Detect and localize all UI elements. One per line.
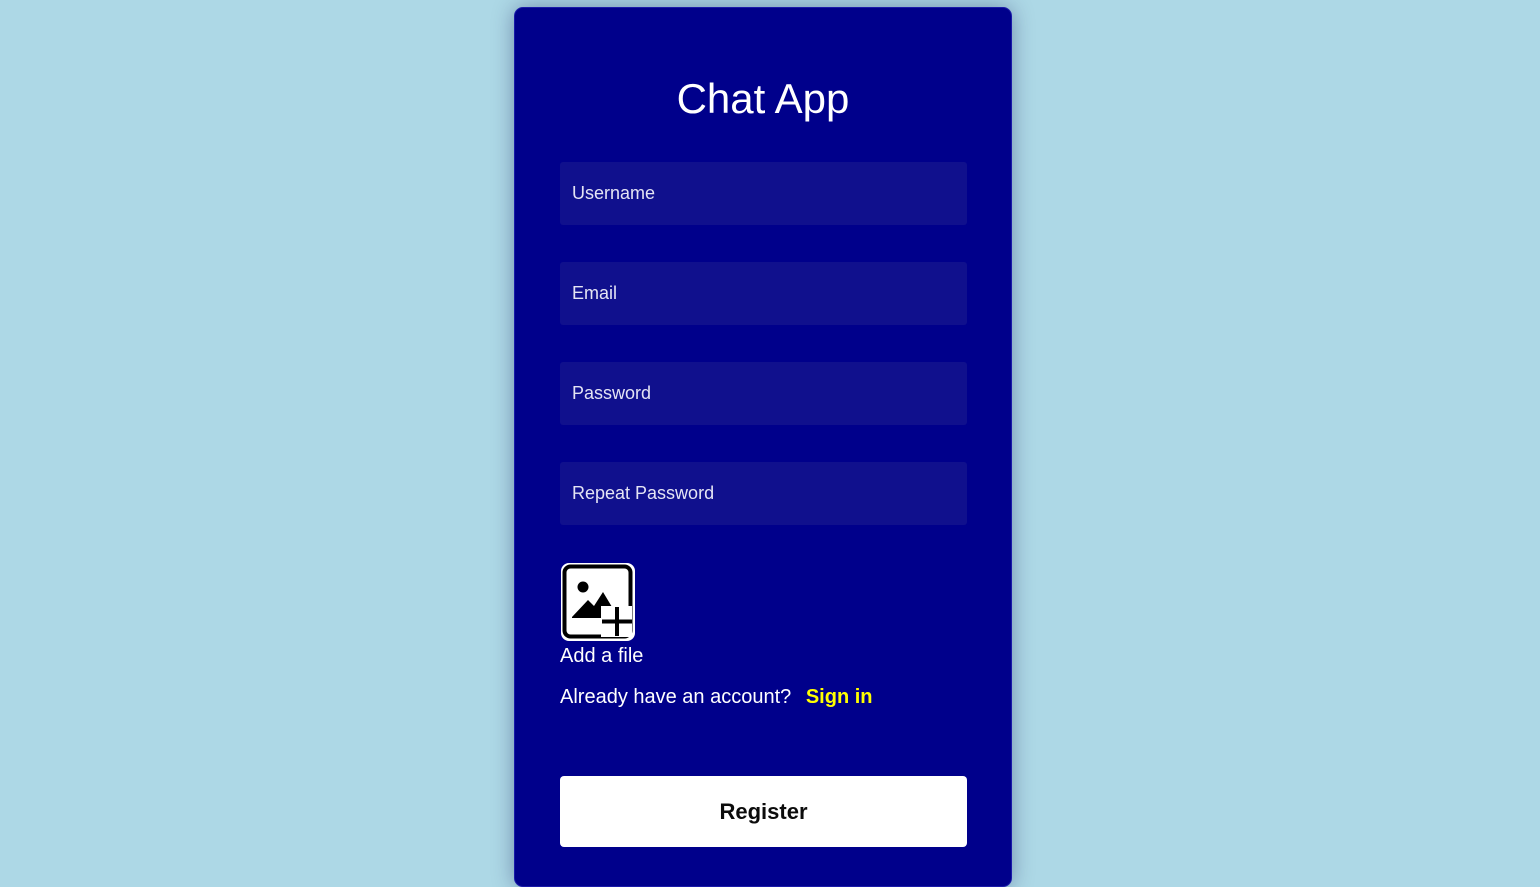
username-input[interactable] (560, 162, 967, 225)
signin-prompt-text: Already have an account? (560, 686, 792, 708)
app-title: Chat App (676, 75, 850, 122)
email-input[interactable] (560, 262, 967, 325)
password-input[interactable] (560, 362, 967, 425)
register-card: Chat App Add a file Already have an acco… (514, 7, 1012, 887)
signin-prompt-row: Already have an account? Sign in (560, 685, 873, 709)
signin-link[interactable]: Sign in (806, 686, 873, 708)
add-image-icon (561, 563, 635, 641)
repeat-password-input[interactable] (560, 462, 967, 525)
add-file-label: Add a file (560, 645, 644, 667)
register-button[interactable]: Register (560, 776, 967, 847)
add-file-button[interactable]: Add a file (560, 562, 700, 668)
